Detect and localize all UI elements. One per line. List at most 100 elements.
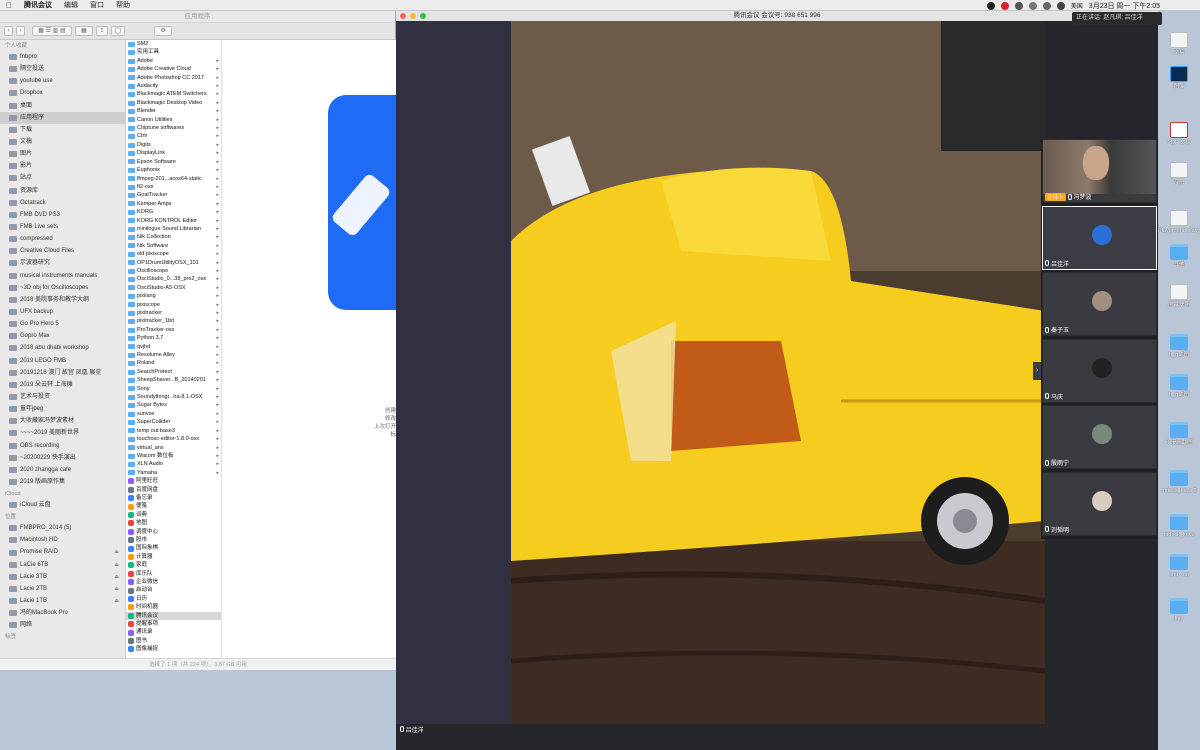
tray-volume-icon[interactable] [1056,1,1065,10]
list-item[interactable]: Soundythingi...ha-8.1-OSX ▸ [126,393,221,401]
participant-tile[interactable]: 殷雨宁 [1042,405,1157,469]
list-item[interactable]: SearchProtect ▸ [126,368,221,376]
list-item[interactable]: Audacity ▸ [126,82,221,90]
sidebar-item-locations[interactable]: Macintosh HD [0,534,125,546]
list-item[interactable]: Sony ▸ [126,385,221,393]
share-button[interactable]: ⇪ [96,26,108,36]
collapse-participants-button[interactable]: › [1033,362,1041,380]
sidebar-item-favorites[interactable]: musical instruments manuals [0,270,125,282]
list-item[interactable]: temp out base3 ▸ [126,427,221,435]
list-item[interactable]: minilogue Sound Librarian ▸ [126,225,221,233]
mic-icon[interactable] [400,726,404,732]
list-item[interactable]: pixiscope ▸ [126,301,221,309]
desktop-icon[interactable]: PDF 文稿 [1158,122,1200,146]
desktop-icon[interactable]: 其他 [1158,244,1200,268]
sidebar-item-locations[interactable]: Lacie 1TB ⏏ [0,595,125,607]
list-item[interactable]: 便笺 [126,502,221,510]
apple-menu-icon[interactable]:  [0,1,18,10]
list-item[interactable]: XLN Audio ▸ [126,460,221,468]
sidebar-item-favorites[interactable]: 2019 朵云轩 上海摊 [0,379,125,391]
list-item[interactable]: Canon Utilities ▸ [126,116,221,124]
participant-tile[interactable]: 主持人 冯梦波 [1042,139,1157,203]
menu-app[interactable]: 腾讯会议 [18,0,58,10]
list-item[interactable]: OP1DrumUtilityOSX_101 ▸ [126,259,221,267]
sidebar-item-favorites[interactable]: 隔空投送 [0,63,125,75]
list-item[interactable]: 企业微信 [126,578,221,586]
eject-icon[interactable]: ⏏ [114,595,119,607]
action-gear-button[interactable]: ⚙ [154,26,172,36]
sidebar-item-favorites[interactable]: 2018 abu dhabi workshop [0,342,125,354]
desktop-icon[interactable]: h_q截图 [1158,374,1200,398]
list-item[interactable]: 提醒事项 [126,620,221,628]
list-item[interactable]: Roland ▸ [126,359,221,367]
desktop-icon[interactable]: h_q截图 [1158,334,1200,358]
sidebar-item-favorites[interactable]: 艺术与投资 [0,391,125,403]
list-item[interactable]: SM2 [126,40,221,48]
tray-app-icon[interactable] [986,1,995,10]
forward-button[interactable]: › [16,26,25,36]
list-item[interactable]: ft2-osx ▸ [126,183,221,191]
list-item[interactable]: Sugar Bytes ▸ [126,401,221,409]
list-item[interactable]: Epson Software ▸ [126,158,221,166]
list-item[interactable]: Blackmagic Desktop Video ▸ [126,99,221,107]
sidebar-item-favorites[interactable]: Creative Cloud Files [0,245,125,257]
desktop-icon[interactable]: 音乐 [1158,162,1200,186]
list-item[interactable]: Adobe Photoshop CC 2017 ▸ [126,74,221,82]
sidebar-item-favorites[interactable]: Dropbox [0,87,125,99]
menubar-clock[interactable]: 3月23日 周一 下午2:05 [1089,1,1160,11]
list-item[interactable]: Nik Software ▸ [126,242,221,250]
menu-window[interactable]: 窗口 [84,0,110,10]
sidebar-item-locations[interactable]: LaCie 6TB ⏏ [0,559,125,571]
tray-time-machine-icon[interactable] [1042,1,1051,10]
sidebar-item-favorites[interactable]: 资源库 [0,185,125,197]
list-item[interactable]: Blender ▸ [126,107,221,115]
list-item[interactable]: Adobe Creative Cloud ▸ [126,65,221,73]
view-mode-buttons[interactable]: ▦ ☰ ▥ ▤ [32,26,72,36]
tray-bluetooth-icon[interactable] [1028,1,1037,10]
sidebar-item-icloud[interactable]: iCloud 云盘 [0,499,125,511]
sidebar-item-favorites[interactable]: 应用程序 [0,111,125,124]
sidebar-item-favorites[interactable]: 大收藏家冯梦波素材 [0,415,125,427]
sidebar-item-favorites[interactable]: 20191218 澳门 故宫 凤凰 展览 [0,367,125,379]
sidebar-item-favorites[interactable]: 2020 zhangga cafe [0,464,125,476]
list-item[interactable]: OsciStudio-A5-OSX ▸ [126,284,221,292]
list-item[interactable]: SheepShaver...B_20140201 ▸ [126,376,221,384]
desktop-icon[interactable]: Playground.playground [1158,210,1200,234]
list-item[interactable]: Digits ▸ [126,141,221,149]
desktop-icon[interactable]: mdeck_keys 2 [1158,470,1200,494]
participant-tile[interactable]: 马庆 [1042,338,1157,403]
menu-help[interactable]: 帮助 [110,0,136,10]
list-item[interactable]: 实用工具 [126,48,221,56]
sidebar-item-favorites[interactable]: 站点 [0,172,125,184]
sidebar-item-favorites[interactable]: 桌面 [0,100,125,112]
sidebar-item-favorites[interactable]: Gopro Max [0,330,125,342]
sidebar-item-locations[interactable]: 网络 [0,619,125,631]
list-item[interactable]: 调度中心 [126,528,221,536]
sidebar-item-favorites[interactable]: 2019 LEGO FMB [0,355,125,367]
list-item[interactable]: Blackmagic ATEM Switchers ▸ [126,90,221,98]
sidebar-item-favorites[interactable]: 文稿 [0,136,125,148]
minimize-window-button[interactable] [410,13,416,19]
list-item[interactable]: 计算器 [126,553,221,561]
list-item[interactable]: 库乐队 [126,570,221,578]
sidebar-item-favorites[interactable]: OBS recording [0,440,125,452]
list-item[interactable]: virtual_ans ▸ [126,444,221,452]
list-item[interactable]: 地图 [126,519,221,527]
sidebar-item-favorites[interactable]: Octatrack [0,197,125,209]
list-item[interactable]: sunvox ▸ [126,410,221,418]
list-item[interactable]: GoatTracker ▸ [126,191,221,199]
desktop-icon[interactable]: 屏幕快照 [1158,284,1200,308]
list-item[interactable]: 阿里旺旺 [126,477,221,485]
list-item[interactable]: 词典 [126,511,221,519]
sidebar-item-locations[interactable]: Promise RAID ⏏ [0,546,125,558]
eject-icon[interactable]: ⏏ [114,571,119,583]
list-item[interactable]: Euphonix ▸ [126,166,221,174]
list-item[interactable]: SuperCollider ▸ [126,418,221,426]
sidebar-item-locations[interactable]: Lacie 2TB ⏏ [0,583,125,595]
eject-icon[interactable]: ⏏ [114,559,119,571]
tag-button[interactable]: ◯ [111,26,125,36]
sidebar-item-favorites[interactable]: Go Pro Hero 5 [0,318,125,330]
sidebar-item-locations[interactable]: Lacie 3TB ⏏ [0,571,125,583]
list-item[interactable]: Yamaha ▸ [126,469,221,477]
list-item[interactable]: KORG ▸ [126,208,221,216]
